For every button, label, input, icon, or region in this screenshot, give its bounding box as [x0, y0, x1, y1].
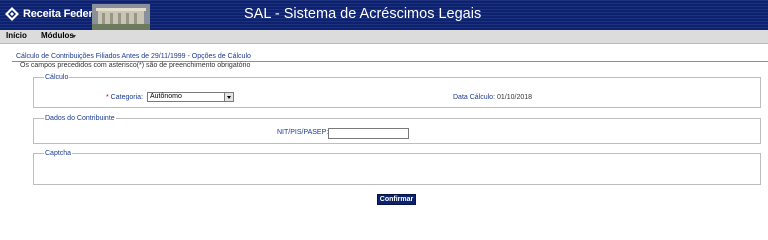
dropdown-arrow-icon[interactable] [224, 93, 233, 101]
logo-text: Receita Federal [23, 8, 102, 20]
captcha-legend: Captcha [45, 150, 72, 157]
data-calculo-value: 01/10/2018 [497, 94, 533, 101]
calculo-fieldset: Cálculo [33, 74, 761, 108]
required-fields-note: Os campos precedidos com asterisco(*) sã… [20, 62, 251, 69]
menu-bar: Início Módulos [0, 30, 768, 44]
chevron-down-icon[interactable] [72, 35, 76, 38]
contribuinte-legend: Dados do Contribuinte [45, 115, 115, 122]
menu-item-inicio[interactable]: Início [6, 31, 27, 40]
categoria-selected-value: Autônomo [150, 93, 182, 100]
menu-item-modulos[interactable]: Módulos [41, 31, 74, 40]
data-calculo-label: Data Cálculo: [453, 94, 496, 101]
app-title: SAL - Sistema de Acréscimos Legais [244, 6, 482, 22]
categoria-select[interactable]: Autônomo [147, 92, 234, 102]
receita-federal-logo-icon [5, 7, 19, 21]
page-title: Cálculo de Contribuições Filiados Antes … [16, 53, 251, 60]
categoria-label-text: Categoria: [110, 94, 143, 101]
confirmar-button[interactable]: Confirmar [377, 194, 416, 205]
calculo-legend: Cálculo [45, 74, 69, 81]
building-illustration-icon [92, 4, 150, 30]
categoria-label: * Categoria: [106, 94, 143, 101]
nit-pis-pasep-label: NIT/PIS/PASEP: [277, 129, 329, 136]
captcha-fieldset: Captcha [33, 150, 761, 185]
header-banner: Receita Federal SAL - Sistema de Acrésci… [0, 0, 768, 30]
nit-pis-pasep-input[interactable] [328, 128, 409, 139]
